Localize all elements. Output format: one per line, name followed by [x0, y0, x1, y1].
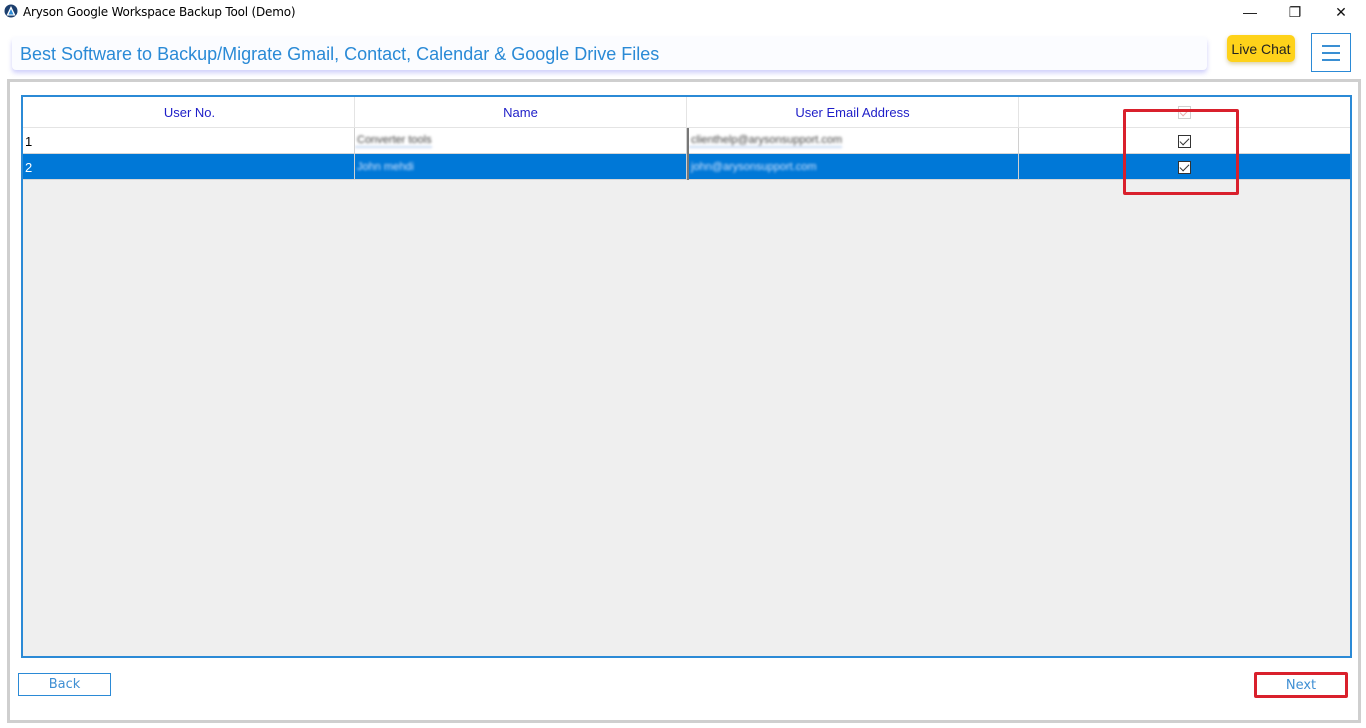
user-email: john@arysonsupport.com: [691, 161, 817, 173]
window-title: Aryson Google Workspace Backup Tool (Dem…: [23, 5, 296, 19]
live-chat-button[interactable]: Live Chat: [1227, 35, 1295, 62]
back-button[interactable]: Back: [18, 673, 111, 696]
hamburger-menu-icon: [1322, 45, 1340, 47]
column-header-user-no[interactable]: User No.: [23, 97, 355, 128]
menu-button[interactable]: [1311, 33, 1351, 72]
maximize-button[interactable]: ❐: [1272, 0, 1318, 24]
users-table: User No. Name User Email Address 1 Conve…: [21, 95, 1352, 658]
user-no-cell: 2: [23, 154, 355, 180]
user-name: John mehdi: [357, 161, 414, 173]
table-row[interactable]: 2 John mehdi john@arysonsupport.com: [23, 154, 1350, 180]
user-name: Converter tools: [355, 134, 432, 148]
minimize-icon: —: [1243, 4, 1257, 20]
column-header-select-all[interactable]: [1019, 97, 1350, 128]
table-header: User No. Name User Email Address: [23, 97, 1350, 128]
select-cell: [1019, 154, 1350, 180]
table-row[interactable]: 1 Converter tools clienthelp@arysonsuppo…: [23, 128, 1350, 154]
column-header-email[interactable]: User Email Address: [687, 97, 1019, 128]
user-no-cell: 1: [23, 128, 355, 154]
minimize-button[interactable]: —: [1227, 0, 1273, 24]
title-bar: Aryson Google Workspace Backup Tool (Dem…: [0, 0, 1366, 26]
main-panel: User No. Name User Email Address 1 Conve…: [7, 79, 1361, 723]
banner-title: Best Software to Backup/Migrate Gmail, C…: [20, 44, 660, 64]
user-email: clienthelp@arysonsupport.com: [689, 134, 843, 148]
select-all-checkbox[interactable]: [1178, 106, 1191, 119]
close-button[interactable]: ✕: [1318, 0, 1364, 24]
row-checkbox[interactable]: [1178, 134, 1191, 148]
next-button[interactable]: Next: [1254, 672, 1348, 698]
close-icon: ✕: [1335, 3, 1347, 20]
header-banner: Best Software to Backup/Migrate Gmail, C…: [12, 37, 1207, 70]
hamburger-line: [1322, 52, 1340, 54]
restore-icon: ❐: [1288, 3, 1302, 20]
hamburger-line: [1322, 59, 1340, 61]
select-cell: [1019, 128, 1350, 154]
name-cell: Converter tools: [355, 128, 687, 154]
name-cell: John mehdi: [355, 154, 687, 180]
column-header-name[interactable]: Name: [355, 97, 687, 128]
email-cell: john@arysonsupport.com: [687, 154, 1019, 180]
email-cell: clienthelp@arysonsupport.com: [687, 128, 1019, 154]
aryson-logo-icon: [4, 4, 18, 18]
row-checkbox[interactable]: [1178, 160, 1191, 174]
